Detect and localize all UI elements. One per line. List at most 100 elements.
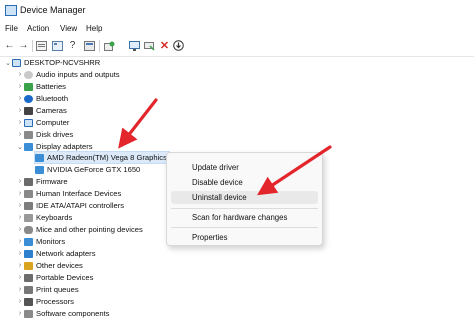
back-arrow-icon[interactable]: ←: [3, 39, 16, 52]
tree-item-label: Display adapters: [36, 142, 93, 151]
context-menu: Update driver Disable device Uninstall d…: [166, 152, 323, 246]
tree-item-mice[interactable]: › Mice and other pointing devices: [16, 224, 143, 235]
chevron-right-icon[interactable]: ›: [16, 95, 24, 102]
tree-item-label: Processors: [36, 297, 74, 306]
tree-item-computer[interactable]: › Computer: [16, 117, 70, 128]
tree-item-display-adapters[interactable]: ⌄ Display adapters: [16, 141, 93, 152]
ctx-scan-hardware[interactable]: Scan for hardware changes: [171, 211, 318, 224]
properties-icon[interactable]: [35, 39, 48, 52]
camera-icon: [24, 106, 33, 115]
printer-icon: [24, 285, 33, 294]
update-driver-icon[interactable]: [103, 39, 116, 52]
ctx-uninstall-device[interactable]: Uninstall device: [171, 191, 318, 204]
tree-item-nvidia[interactable]: NVIDIA GeForce GTX 1650: [35, 164, 140, 175]
computer-icon: [12, 58, 21, 67]
chevron-right-icon[interactable]: ›: [16, 178, 24, 185]
title-bar: Device Manager: [0, 0, 474, 22]
ctx-properties[interactable]: Properties: [171, 231, 318, 244]
chevron-right-icon[interactable]: ›: [16, 274, 24, 281]
tree-item-other-devices[interactable]: › Other devices: [16, 260, 83, 271]
tree-item-label: Portable Devices: [36, 273, 94, 282]
download-icon[interactable]: [172, 39, 185, 52]
keyboard-icon: [24, 213, 33, 222]
tree-item-portable[interactable]: › Portable Devices: [16, 272, 94, 283]
chevron-right-icon[interactable]: ›: [16, 190, 24, 197]
chevron-down-icon[interactable]: ⌄: [16, 143, 24, 151]
tree-item-bluetooth[interactable]: › Bluetooth: [16, 93, 68, 104]
toolbar: ← → ? ✕: [0, 36, 474, 57]
help-icon[interactable]: ?: [66, 39, 79, 52]
chevron-right-icon[interactable]: ›: [16, 107, 24, 114]
menu-view[interactable]: View: [60, 24, 77, 33]
scan-icon[interactable]: [128, 39, 141, 52]
menu-file[interactable]: File: [5, 24, 18, 33]
display-adapter-icon: [35, 165, 44, 174]
view-icon[interactable]: [51, 39, 64, 52]
tree-item-audio[interactable]: › Audio inputs and outputs: [16, 69, 120, 80]
view2-icon[interactable]: [83, 39, 96, 52]
chevron-right-icon[interactable]: ›: [16, 119, 24, 126]
chevron-right-icon[interactable]: ›: [16, 310, 24, 317]
tree-item-hid[interactable]: › Human Interface Devices: [16, 188, 121, 199]
tree-item-batteries[interactable]: › Batteries: [16, 81, 66, 92]
tree-item-label: NVIDIA GeForce GTX 1650: [47, 165, 141, 174]
other-devices-icon: [24, 261, 33, 270]
chevron-right-icon[interactable]: ›: [16, 286, 24, 293]
ctx-disable-device[interactable]: Disable device: [171, 176, 318, 189]
uninstall-icon[interactable]: ✕: [158, 39, 171, 52]
tree-item-label: Software components: [36, 309, 110, 318]
speaker-icon: [24, 70, 33, 79]
tree-item-label: Firmware: [36, 177, 68, 186]
tree-item-software-components[interactable]: › Software components: [16, 308, 110, 319]
menu-help[interactable]: Help: [86, 24, 102, 33]
chevron-right-icon[interactable]: ›: [16, 262, 24, 269]
tree-item-label: Cameras: [36, 106, 67, 115]
chevron-right-icon[interactable]: ›: [16, 238, 24, 245]
chevron-right-icon[interactable]: ›: [16, 131, 24, 138]
tree-root[interactable]: ⌄ DESKTOP-NCVSHRR: [4, 57, 100, 68]
tree-item-cameras[interactable]: › Cameras: [16, 105, 67, 116]
menu-action[interactable]: Action: [27, 24, 49, 33]
tree-item-monitors[interactable]: › Monitors: [16, 236, 65, 247]
chevron-right-icon[interactable]: ›: [16, 226, 24, 233]
processor-icon: [24, 297, 33, 306]
portable-device-icon: [24, 273, 33, 282]
tree-item-label: Mice and other pointing devices: [36, 225, 143, 234]
computer-icon: [24, 118, 33, 127]
chevron-right-icon[interactable]: ›: [16, 214, 24, 221]
ctx-update-driver[interactable]: Update driver: [171, 161, 318, 174]
tree-item-print-queues[interactable]: › Print queues: [16, 284, 79, 295]
chevron-right-icon[interactable]: ›: [16, 202, 24, 209]
monitor-icon: [24, 237, 33, 246]
tree-item-firmware[interactable]: › Firmware: [16, 176, 68, 187]
battery-icon: [24, 82, 33, 91]
chevron-right-icon[interactable]: ›: [16, 83, 24, 90]
mouse-icon: [24, 225, 33, 234]
tree-item-label: Monitors: [36, 237, 66, 246]
tree-item-label: AMD Radeon(TM) Vega 8 Graphics: [47, 153, 167, 162]
tree-item-processors[interactable]: › Processors: [16, 296, 74, 307]
disk-icon: [24, 130, 33, 139]
enable-icon[interactable]: [143, 39, 156, 52]
tree-item-amd-radeon[interactable]: AMD Radeon(TM) Vega 8 Graphics: [34, 151, 170, 164]
device-manager-icon: [5, 5, 17, 16]
tree-item-label: Computer: [36, 118, 70, 127]
tree-item-label: Bluetooth: [36, 94, 69, 103]
display-adapter-icon: [24, 142, 33, 151]
chevron-right-icon[interactable]: ›: [16, 71, 24, 78]
tree-item-keyboards[interactable]: › Keyboards: [16, 212, 72, 223]
ide-icon: [24, 201, 33, 210]
chevron-right-icon[interactable]: ›: [16, 298, 24, 305]
firmware-icon: [24, 177, 33, 186]
tree-item-label: Print queues: [36, 285, 79, 294]
forward-arrow-icon[interactable]: →: [17, 39, 30, 52]
chevron-right-icon[interactable]: ›: [16, 250, 24, 257]
tree-item-label: IDE ATA/ATAPI controllers: [36, 201, 125, 210]
tree-item-label: Audio inputs and outputs: [36, 70, 120, 79]
tree-item-disk-drives[interactable]: › Disk drives: [16, 129, 73, 140]
chevron-down-icon[interactable]: ⌄: [4, 59, 12, 67]
tree-item-label: Batteries: [36, 82, 66, 91]
tree-item-network[interactable]: › Network adapters: [16, 248, 96, 259]
tree-item-label: Other devices: [36, 261, 83, 270]
tree-item-ide[interactable]: › IDE ATA/ATAPI controllers: [16, 200, 124, 211]
